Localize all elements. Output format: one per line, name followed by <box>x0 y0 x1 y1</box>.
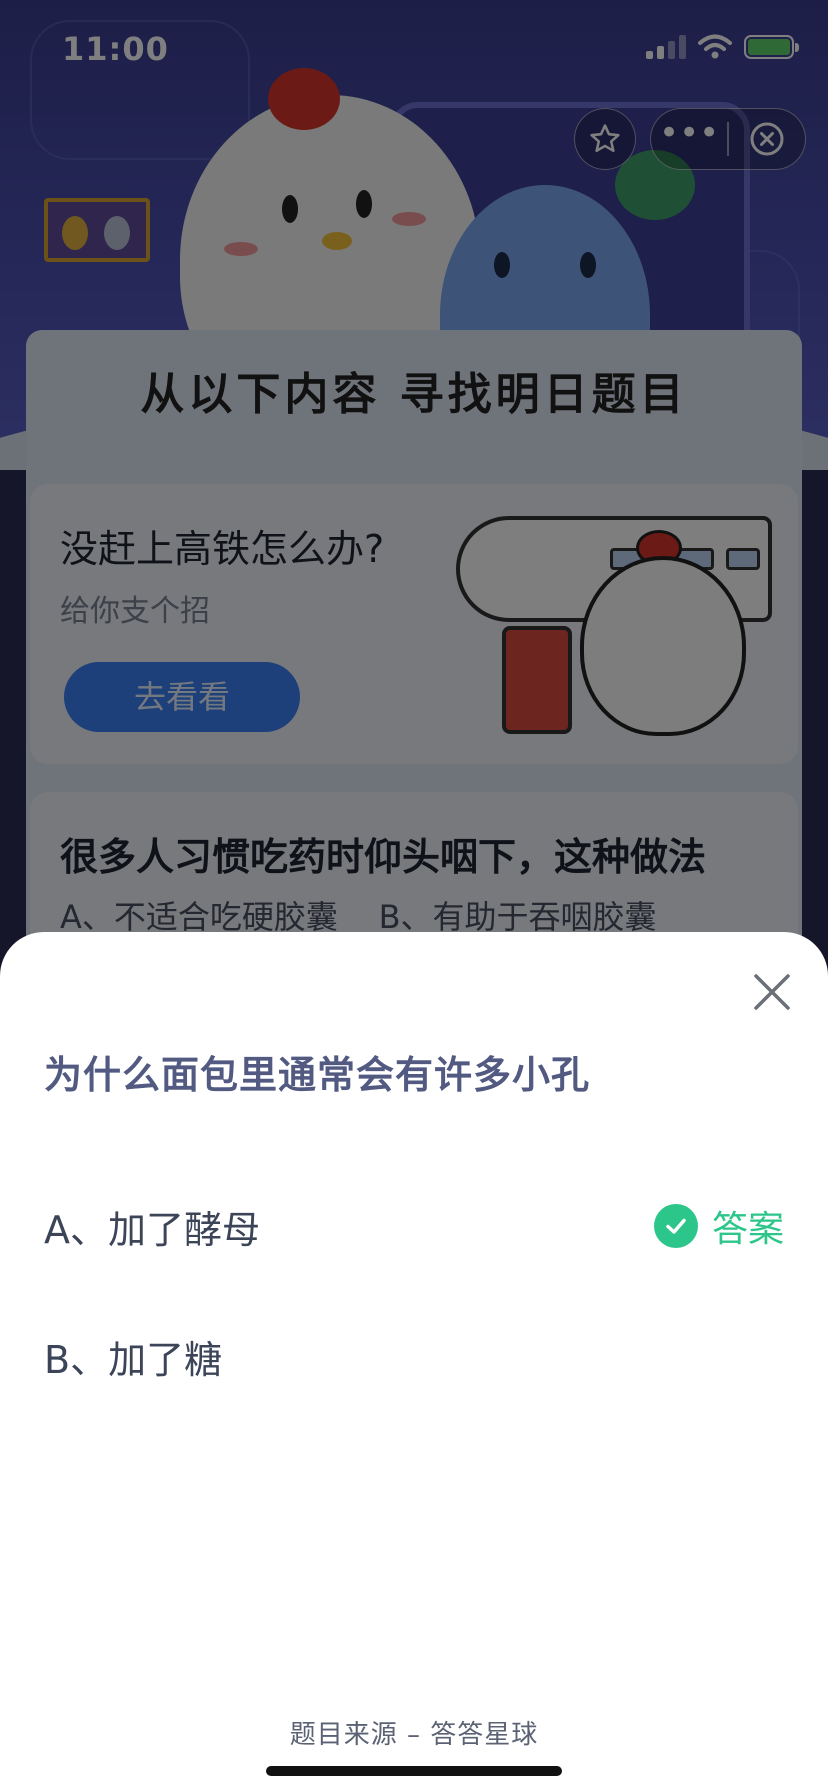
option-label: B、加了糖 <box>44 1337 223 1382</box>
question-source: 题目来源 – 答答星球 <box>289 1720 539 1750</box>
home-indicator <box>266 1766 562 1776</box>
answer-sheet: 为什么面包里通常会有许多小孔 A、加了酵母 答案 B、加了糖 题目来源 – 答答… <box>0 932 828 1792</box>
option-label: A、加了酵母 <box>44 1207 260 1252</box>
sheet-close-button[interactable] <box>752 972 792 1012</box>
question-title: 为什么面包里通常会有许多小孔 <box>44 1053 591 1097</box>
answer-label: 答案 <box>711 1209 784 1250</box>
close-icon <box>754 974 790 1010</box>
answer-badge: 答案 <box>653 1200 784 1252</box>
option-a[interactable]: A、加了酵母 答案 <box>0 1186 828 1266</box>
option-b[interactable]: B、加了糖 <box>0 1316 828 1396</box>
check-circle-icon <box>653 1204 698 1248</box>
